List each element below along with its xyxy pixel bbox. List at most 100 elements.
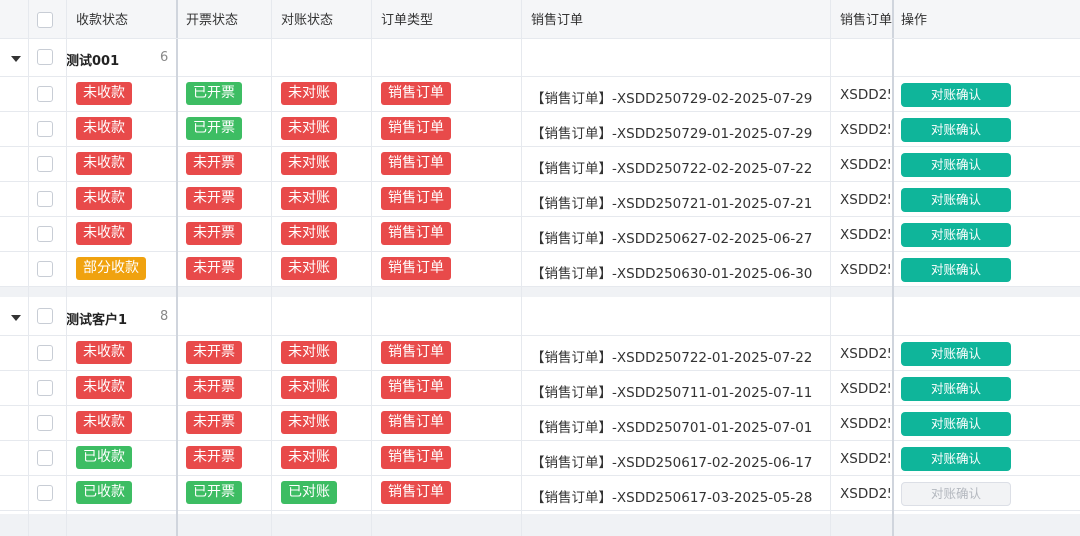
reconcile-status-badge: 未对账 [281,376,337,399]
row-checkbox[interactable] [37,415,53,431]
sales-order-link[interactable]: 【销售订单】-XSDD250722-02-2025-07-22 [531,157,812,177]
invoice-status-badge: 未开票 [186,411,242,434]
row-checkbox[interactable] [37,345,53,361]
sales-order-code: XSDD250 [840,451,890,467]
invoice-status-badge: 未开票 [186,152,242,175]
col-sales-order-code[interactable]: 销售订单 [840,0,892,39]
group-separator [0,286,1080,297]
row-checkbox[interactable] [37,121,53,137]
order-type-badge: 销售订单 [381,481,451,504]
group-count: 6 [160,50,169,65]
reconcile-confirm-button[interactable]: 对账确认 [901,377,1011,401]
sales-order-link[interactable]: 【销售订单】-XSDD250627-02-2025-06-27 [531,227,812,247]
reconcile-confirm-button: 对账确认 [901,482,1011,506]
reconcile-confirm-button[interactable]: 对账确认 [901,118,1011,142]
group-checkbox[interactable] [37,308,53,324]
row-checkbox[interactable] [37,226,53,242]
invoice-status-badge: 未开票 [186,222,242,245]
reconcile-status-badge: 未对账 [281,257,337,280]
order-type-badge: 销售订单 [381,257,451,280]
reconcile-confirm-button[interactable]: 对账确认 [901,83,1011,107]
reconcile-status-badge: 未对账 [281,82,337,105]
sales-order-link[interactable]: 【销售订单】-XSDD250729-01-2025-07-29 [531,122,812,142]
row-checkbox[interactable] [37,450,53,466]
order-type-badge: 销售订单 [381,152,451,175]
order-type-badge: 销售订单 [381,82,451,105]
row-checkbox[interactable] [37,86,53,102]
row-divider [0,76,1080,77]
row-checkbox[interactable] [37,191,53,207]
reconcile-confirm-button[interactable]: 对账确认 [901,342,1011,366]
order-type-badge: 销售订单 [381,411,451,434]
reconcile-confirm-button[interactable]: 对账确认 [901,447,1011,471]
sales-order-code: XSDD250 [840,122,890,138]
sales-order-link[interactable]: 【销售订单】-XSDD250722-01-2025-07-22 [531,346,812,366]
sales-order-code: XSDD250 [840,416,890,432]
payment-status-badge: 未收款 [76,222,132,245]
expand-caret-icon[interactable] [11,315,21,321]
sales-order-link[interactable]: 【销售订单】-XSDD250617-02-2025-06-17 [531,451,812,471]
invoice-status-badge: 已开票 [186,82,242,105]
sales-order-link[interactable]: 【销售订单】-XSDD250721-01-2025-07-21 [531,192,812,212]
group-name: 测试001 [66,54,120,69]
payment-status-badge: 未收款 [76,152,132,175]
row-divider [0,370,1080,371]
row-checkbox[interactable] [37,485,53,501]
payment-status-badge: 已收款 [76,446,132,469]
order-type-badge: 销售订单 [381,446,451,469]
payment-status-badge: 未收款 [76,376,132,399]
row-divider [0,475,1080,476]
row-divider [0,405,1080,406]
row-checkbox[interactable] [37,261,53,277]
order-type-badge: 销售订单 [381,187,451,210]
row-divider [0,251,1080,252]
reconcile-status-badge: 未对账 [281,341,337,364]
col-reconcile-status[interactable]: 对账状态 [281,0,333,39]
invoice-status-badge: 未开票 [186,257,242,280]
group-checkbox[interactable] [37,49,53,65]
invoice-status-badge: 未开票 [186,187,242,210]
reconcile-confirm-button[interactable]: 对账确认 [901,258,1011,282]
expand-caret-icon[interactable] [11,56,21,62]
payment-status-badge: 已收款 [76,481,132,504]
select-all-checkbox[interactable] [37,12,53,28]
payment-status-badge: 部分收款 [76,257,146,280]
sales-order-code: XSDD250 [840,227,890,243]
header-divider [0,38,1080,39]
sales-order-link[interactable]: 【销售订单】-XSDD250711-01-2025-07-11 [531,381,812,401]
sales-order-code: XSDD250 [840,381,890,397]
col-invoice-status[interactable]: 开票状态 [186,0,238,39]
sales-order-link[interactable]: 【销售订单】-XSDD250617-03-2025-05-28 [531,486,812,506]
row-checkbox[interactable] [37,156,53,172]
reconcile-confirm-button[interactable]: 对账确认 [901,188,1011,212]
payment-status-badge: 未收款 [76,341,132,364]
col-sales-order[interactable]: 销售订单 [531,0,583,39]
sales-order-code: XSDD250 [840,192,890,208]
order-table: 收款状态 开票状态 对账状态 订单类型 销售订单 销售订单 操作 测试001 6 未… [0,0,1080,536]
invoice-status-badge: 已开票 [186,481,242,504]
group-count: 8 [160,309,169,324]
payment-status-badge: 未收款 [76,117,132,140]
col-payment-status[interactable]: 收款状态 [76,0,128,39]
reconcile-confirm-button[interactable]: 对账确认 [901,412,1011,436]
column-divider [176,0,178,536]
reconcile-status-badge: 未对账 [281,411,337,434]
reconcile-confirm-button[interactable]: 对账确认 [901,153,1011,177]
column-divider [271,0,272,536]
reconcile-status-badge: 未对账 [281,117,337,140]
sales-order-link[interactable]: 【销售订单】-XSDD250729-02-2025-07-29 [531,87,812,107]
reconcile-status-badge: 未对账 [281,187,337,210]
col-action: 操作 [901,13,928,28]
sales-order-link[interactable]: 【销售订单】-XSDD250630-01-2025-06-30 [531,262,812,282]
reconcile-status-badge: 未对账 [281,152,337,175]
sales-order-code: XSDD250 [840,346,890,362]
col-order-type[interactable]: 订单类型 [381,0,433,39]
sales-order-link[interactable]: 【销售订单】-XSDD250701-01-2025-07-01 [531,416,812,436]
reconcile-confirm-button[interactable]: 对账确认 [901,223,1011,247]
column-divider [521,0,522,536]
sales-order-code: XSDD250 [840,486,890,502]
row-checkbox[interactable] [37,380,53,396]
reconcile-status-badge: 未对账 [281,446,337,469]
sales-order-code: XSDD250 [840,87,890,103]
row-divider [0,440,1080,441]
